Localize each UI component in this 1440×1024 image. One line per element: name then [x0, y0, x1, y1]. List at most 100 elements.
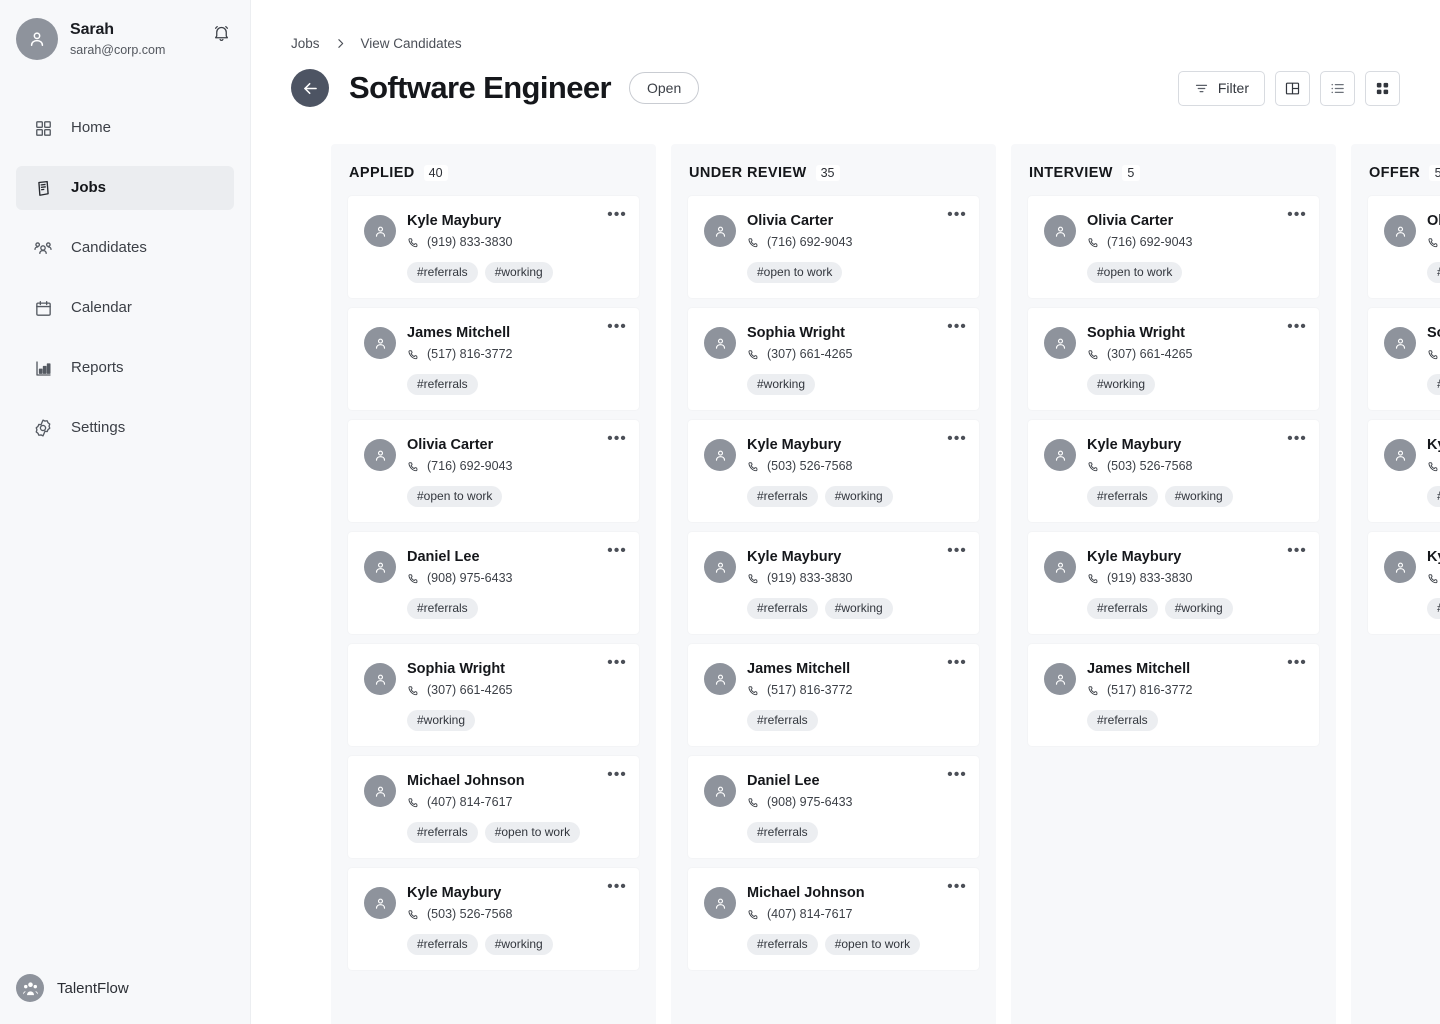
candidate-tag[interactable]: #working	[1427, 374, 1440, 395]
card-menu-icon[interactable]: •••	[607, 430, 627, 448]
status-badge[interactable]: Open	[628, 72, 700, 104]
candidate-tag[interactable]: #working	[1164, 598, 1233, 619]
phone-icon	[407, 237, 419, 249]
card-menu-icon[interactable]: •••	[607, 318, 627, 336]
candidate-tag[interactable]: #open to work	[1427, 262, 1440, 283]
candidate-tag[interactable]: #referrals	[1087, 598, 1158, 619]
candidate-card[interactable]: •••Kyle Maybury(919) 833-3830#referrals#…	[1028, 532, 1319, 634]
candidate-card[interactable]: ••• James Mitchell (517) 816-3772 #referral…	[348, 308, 639, 410]
card-menu-icon[interactable]: •••	[607, 766, 627, 784]
candidate-tag[interactable]: #working	[407, 710, 476, 731]
breadcrumb-item-jobs[interactable]: Jobs	[291, 36, 320, 51]
card-menu-icon[interactable]: •••	[607, 654, 627, 672]
list-view-icon[interactable]	[1320, 70, 1355, 106]
candidate-card[interactable]: •••Kyle Maybury(919) 833-3830#referrals#…	[688, 532, 979, 634]
card-menu-icon[interactable]: •••	[947, 542, 967, 560]
sidebar-item-settings[interactable]: Settings	[16, 406, 234, 450]
phone-icon	[747, 573, 759, 585]
card-menu-icon[interactable]: •••	[947, 766, 967, 784]
candidate-card[interactable]: •••Olivia Carter(716) 692-9043#open to w…	[1028, 196, 1319, 298]
user-profile[interactable]: Sarah sarah@corp.com	[0, 0, 250, 60]
card-menu-icon[interactable]: •••	[1287, 430, 1307, 448]
candidate-tag[interactable]: #referrals	[1427, 598, 1440, 619]
sidebar-item-reports[interactable]: Reports	[16, 346, 234, 390]
kanban-column: APPLIED 40 ••• Kyle Maybury (919) 833-3830 #r…	[331, 144, 656, 1024]
card-menu-icon[interactable]: •••	[947, 430, 967, 448]
card-menu-icon[interactable]: •••	[1287, 654, 1307, 672]
candidate-tags: #referrals	[747, 710, 963, 731]
candidate-tag[interactable]: #open to work	[824, 934, 921, 955]
card-menu-icon[interactable]: •••	[607, 878, 627, 896]
candidate-card[interactable]: •••Sophia Wright(307) 661-4265#working	[348, 644, 639, 746]
bell-icon[interactable]	[208, 20, 234, 46]
candidate-tag[interactable]: #working	[824, 486, 893, 507]
candidate-card[interactable]: ••• Michael Johnson (407) 814-7617 #referra…	[348, 756, 639, 858]
candidate-tag[interactable]: #referrals	[747, 598, 818, 619]
candidate-tag[interactable]: #working	[824, 598, 893, 619]
candidate-card[interactable]: •••Olivia Carter(716) 692-9043#open to w…	[348, 420, 639, 522]
card-menu-icon[interactable]: •••	[1287, 318, 1307, 336]
candidate-card[interactable]: ••• Daniel Lee (908) 975-6433 #referrals	[348, 532, 639, 634]
grid-view-icon[interactable]	[1365, 70, 1400, 106]
candidate-card[interactable]: ••• Michael Johnson (407) 814-7617 #referra…	[688, 868, 979, 970]
candidate-tag[interactable]: #open to work	[407, 486, 503, 507]
gear-icon	[32, 417, 54, 439]
candidate-tag[interactable]: #open to work	[1087, 262, 1183, 283]
card-menu-icon[interactable]: •••	[947, 878, 967, 896]
candidate-tag[interactable]: #referrals	[747, 486, 818, 507]
talentflow-logo-icon	[16, 974, 44, 1002]
card-menu-icon[interactable]: •••	[1287, 542, 1307, 560]
candidate-tag[interactable]: #referrals	[747, 710, 818, 731]
candidate-tag[interactable]: #working	[1164, 486, 1233, 507]
candidate-tag[interactable]: #referrals	[407, 934, 478, 955]
card-menu-icon[interactable]: •••	[947, 318, 967, 336]
column-card-list: ••• Olivia Carter (716) 692-9043 #open to w…	[671, 196, 996, 970]
candidate-card[interactable]: •••Sophia Wright(307) 661-4265#working	[1028, 308, 1319, 410]
candidate-tag[interactable]: #referrals	[1087, 486, 1158, 507]
candidate-card[interactable]: ••• Daniel Lee (908) 975-6433 #referrals	[688, 756, 979, 858]
candidate-tag[interactable]: #referrals	[1087, 710, 1158, 731]
candidate-card[interactable]: •••Kyle Maybury(919) 833-3830#referrals#…	[1368, 532, 1440, 634]
sidebar-item-home[interactable]: Home	[16, 106, 234, 150]
phone-icon	[747, 909, 759, 921]
candidate-card[interactable]: •••Kyle Maybury(503) 526-7568#referrals#…	[348, 868, 639, 970]
candidate-card[interactable]: •••Sophia Wright(307) 661-4265#working	[688, 308, 979, 410]
board-view-icon[interactable]	[1275, 70, 1310, 106]
candidate-card[interactable]: ••• James Mitchell (517) 816-3772 #referral…	[688, 644, 979, 746]
sidebar-item-jobs[interactable]: Jobs	[16, 166, 234, 210]
candidate-card[interactable]: •••Olivia Carter(716) 692-9043#open to w…	[1368, 196, 1440, 298]
card-menu-icon[interactable]: •••	[947, 654, 967, 672]
candidate-card[interactable]: •••Sophia Wright(307) 661-4265#working	[1368, 308, 1440, 410]
candidate-tag[interactable]: #working	[1087, 374, 1156, 395]
candidate-tag[interactable]: #referrals	[407, 374, 478, 395]
sidebar-item-calendar[interactable]: Calendar	[16, 286, 234, 330]
candidate-tag[interactable]: #referrals	[407, 598, 478, 619]
candidate-card[interactable]: •••Kyle Maybury(919) 833-3830#referrals#…	[348, 196, 639, 298]
candidate-card[interactable]: •••Kyle Maybury(503) 526-7568#referrals#…	[1028, 420, 1319, 522]
candidate-tag[interactable]: #working	[484, 262, 553, 283]
filter-button[interactable]: Filter	[1177, 70, 1265, 106]
candidate-tag[interactable]: #referrals	[407, 822, 478, 843]
candidate-card[interactable]: •••Kyle Maybury(503) 526-7568#referrals#…	[1368, 420, 1440, 522]
candidate-tag[interactable]: #open to work	[747, 262, 843, 283]
candidate-tag[interactable]: #working	[484, 934, 553, 955]
card-header: Daniel Lee (908) 975-6433	[704, 772, 963, 811]
candidate-tag[interactable]: #referrals	[407, 262, 478, 283]
card-menu-icon[interactable]: •••	[607, 542, 627, 560]
candidate-tag[interactable]: #referrals	[747, 934, 818, 955]
candidate-tag[interactable]: #working	[747, 374, 816, 395]
profile-name: Sarah	[70, 20, 114, 38]
card-menu-icon[interactable]: •••	[607, 206, 627, 224]
candidate-tag[interactable]: #open to work	[484, 822, 581, 843]
candidate-card[interactable]: •••Olivia Carter(716) 692-9043#open to w…	[688, 196, 979, 298]
phone-icon	[1427, 461, 1439, 473]
candidate-tag[interactable]: #referrals	[1427, 486, 1440, 507]
candidate-card[interactable]: •••Kyle Maybury(503) 526-7568#referrals#…	[688, 420, 979, 522]
candidate-tag[interactable]: #referrals	[747, 822, 818, 843]
candidate-card[interactable]: ••• James Mitchell (517) 816-3772 #referral…	[1028, 644, 1319, 746]
back-button[interactable]	[291, 69, 329, 107]
card-menu-icon[interactable]: •••	[1287, 206, 1307, 224]
breadcrumb-item-view-candidates[interactable]: View Candidates	[361, 36, 462, 51]
sidebar-item-candidates[interactable]: Candidates	[16, 226, 234, 270]
card-menu-icon[interactable]: •••	[947, 206, 967, 224]
